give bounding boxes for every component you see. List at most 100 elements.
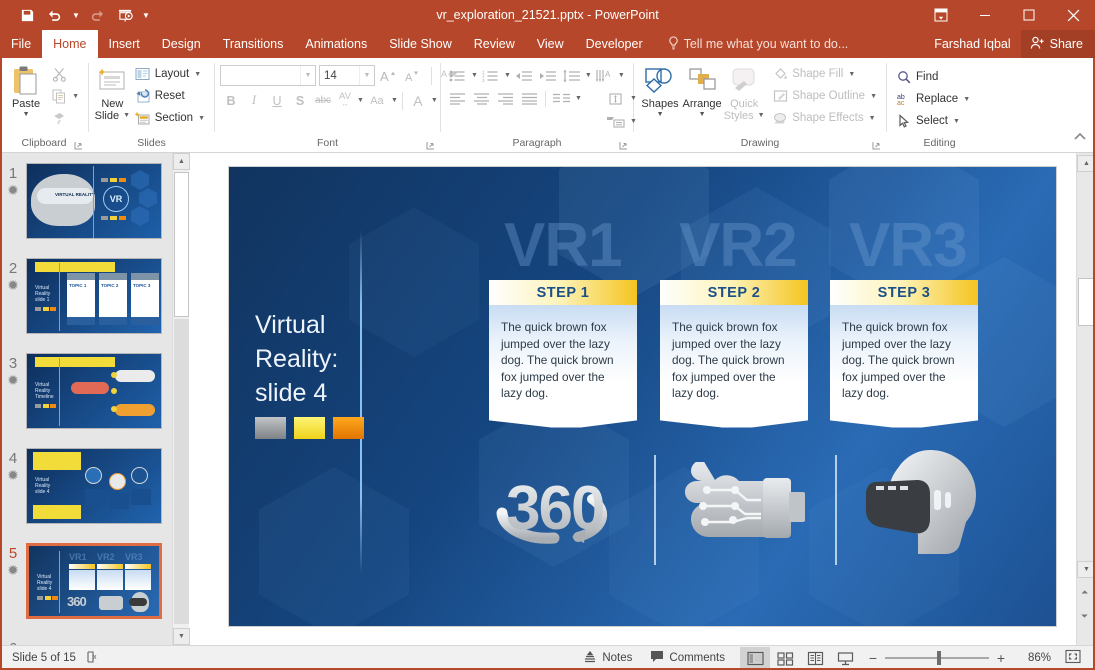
step-body-1[interactable]: The quick brown fox jumped over the lazy… xyxy=(489,305,637,415)
text-direction-dropdown-icon[interactable]: ▼ xyxy=(618,72,625,79)
shapes-dropdown-icon[interactable]: ▼ xyxy=(657,111,664,118)
section-button[interactable]: Section ▼ xyxy=(131,108,209,128)
slideshow-view-button[interactable] xyxy=(830,647,860,670)
strikethrough-button[interactable]: abc xyxy=(312,90,334,111)
save-icon[interactable] xyxy=(14,3,40,27)
slide-canvas[interactable]: Virtual Reality: slide 4 VR1 VR2 VR3 STE… xyxy=(228,166,1057,627)
align-center-button[interactable] xyxy=(470,88,493,109)
next-slide-icon[interactable]: ⏷ xyxy=(1081,611,1088,622)
italic-button[interactable]: I xyxy=(243,90,265,111)
zoom-slider-thumb[interactable] xyxy=(937,651,941,665)
columns-button[interactable] xyxy=(550,88,573,109)
thumbnail-slide-1[interactable]: 1 ✹ VIRTUAL REALITY VR xyxy=(0,163,172,239)
paste-button[interactable]: Paste ▼ xyxy=(5,62,47,118)
scrollbar-thumb[interactable] xyxy=(174,172,189,317)
comments-button[interactable]: Comments xyxy=(641,646,734,670)
bold-button[interactable]: B xyxy=(220,90,242,111)
shape-fill-button[interactable]: Shape Fill ▼ xyxy=(768,64,881,84)
underline-button[interactable]: U xyxy=(266,90,288,111)
character-spacing-button[interactable]: AV ↔ xyxy=(335,90,355,111)
thumbnail-slide-3[interactable]: 3 ✹ Virtual Reality Timeline xyxy=(0,353,172,429)
slide-counter[interactable]: Slide 5 of 15 xyxy=(12,652,76,664)
start-presentation-icon[interactable] xyxy=(112,3,138,27)
shape-outline-button[interactable]: Shape Outline ▼ xyxy=(768,86,881,106)
quick-styles-button[interactable]: Quick Styles ▼ xyxy=(723,62,765,122)
shape-fill-dropdown-icon[interactable]: ▼ xyxy=(848,71,855,78)
zoom-slider[interactable] xyxy=(885,651,989,665)
chevron-down-icon[interactable]: ▼ xyxy=(300,66,315,85)
spell-check-icon[interactable]: x xyxy=(86,650,101,667)
share-button[interactable]: Share xyxy=(1020,30,1095,58)
scrollbar-track[interactable] xyxy=(174,319,189,624)
layout-button[interactable]: Layout ▼ xyxy=(131,64,209,84)
bullets-dropdown-icon[interactable]: ▼ xyxy=(471,72,478,79)
format-painter-button[interactable] xyxy=(47,108,83,128)
text-direction-button[interactable]: A xyxy=(593,65,616,86)
zoom-in-button[interactable]: + xyxy=(996,650,1006,666)
scroll-down-icon[interactable]: ▼ xyxy=(173,628,190,645)
chevron-down-icon[interactable]: ▼ xyxy=(359,66,374,85)
align-right-button[interactable] xyxy=(494,88,517,109)
quick-styles-dropdown-icon[interactable]: ▼ xyxy=(758,110,765,122)
shape-effects-dropdown-icon[interactable]: ▼ xyxy=(869,115,876,122)
tab-home[interactable]: Home xyxy=(42,30,98,58)
notes-button[interactable]: Notes xyxy=(574,646,641,670)
minimize-icon[interactable] xyxy=(963,0,1007,30)
numbering-button[interactable]: 123 xyxy=(479,65,502,86)
align-left-button[interactable] xyxy=(446,88,469,109)
step-body-2[interactable]: The quick brown fox jumped over the lazy… xyxy=(660,305,808,415)
decrease-font-size-button[interactable]: A xyxy=(403,65,425,86)
change-case-button[interactable]: Aa xyxy=(365,90,389,111)
drawing-dialog-launcher[interactable] xyxy=(871,140,882,151)
step-card-2[interactable]: STEP 2 The quick brown fox jumped over t… xyxy=(660,280,808,428)
decrease-indent-button[interactable] xyxy=(512,65,535,86)
text-shadow-button[interactable]: S xyxy=(289,90,311,111)
shape-effects-button[interactable]: Shape Effects ▼ xyxy=(768,108,881,128)
previous-slide-icon[interactable]: ⏶ xyxy=(1081,587,1088,598)
thumbnail-image[interactable]: Virtual Reality slide 4 VR1 VR2 VR3 360 xyxy=(26,543,162,619)
shape-outline-dropdown-icon[interactable]: ▼ xyxy=(870,93,877,100)
font-color-dropdown-icon[interactable]: ▼ xyxy=(431,97,438,104)
align-text-button[interactable] xyxy=(605,88,628,109)
step-body-3[interactable]: The quick brown fox jumped over the lazy… xyxy=(830,305,978,415)
thumbnail-slide-5[interactable]: 5 ✹ Virtual Reality slide 4 VR1 VR2 VR3 36… xyxy=(0,543,172,619)
tab-design[interactable]: Design xyxy=(151,30,212,58)
clipboard-dialog-launcher[interactable] xyxy=(73,140,84,151)
shapes-button[interactable]: Shapes ▼ xyxy=(639,62,681,118)
tab-animations[interactable]: Animations xyxy=(294,30,378,58)
replace-dropdown-icon[interactable]: ▼ xyxy=(963,96,970,103)
font-size-combo[interactable]: 14 ▼ xyxy=(319,65,375,86)
thumbnail-image[interactable]: Virtual Reality Timeline xyxy=(26,353,162,429)
360-degrees-icon[interactable]: 360 xyxy=(484,457,629,567)
tab-transitions[interactable]: Transitions xyxy=(212,30,295,58)
increase-font-size-button[interactable]: A xyxy=(378,65,400,86)
reset-button[interactable]: Reset xyxy=(131,86,209,106)
tell-me-search[interactable]: Tell me what you want to do... xyxy=(654,30,848,58)
character-spacing-dropdown-icon[interactable]: ▼ xyxy=(357,97,364,104)
bullets-button[interactable] xyxy=(446,65,469,86)
thumbnail-image[interactable]: Virtual Reality slide 4 xyxy=(26,448,162,524)
slide-sorter-view-button[interactable] xyxy=(770,647,800,670)
thumbnail-image[interactable]: VIRTUAL REALITY VR xyxy=(26,163,162,239)
new-slide-dropdown-icon[interactable]: ▼ xyxy=(123,110,130,122)
tab-view[interactable]: View xyxy=(526,30,575,58)
tab-file[interactable]: File xyxy=(0,30,42,58)
thumbnail-image[interactable]: Virtual Reality slide 1 TOPIC 1 TOPIC 2 TO… xyxy=(26,258,162,334)
convert-to-smartart-button[interactable] xyxy=(605,111,628,132)
normal-view-button[interactable] xyxy=(740,646,770,670)
step-card-3[interactable]: STEP 3 The quick brown fox jumped over t… xyxy=(830,280,978,428)
new-slide-button[interactable]: New Slide ▼ xyxy=(94,62,131,122)
layout-dropdown-icon[interactable]: ▼ xyxy=(194,71,201,78)
vr-headset-head-icon[interactable] xyxy=(854,442,1004,572)
reading-view-button[interactable] xyxy=(800,647,830,670)
paste-dropdown-icon[interactable]: ▼ xyxy=(23,111,30,118)
collapse-ribbon-icon[interactable] xyxy=(1073,130,1087,148)
justify-button[interactable] xyxy=(518,88,541,109)
font-color-button[interactable]: A xyxy=(407,90,429,111)
slide-title-text[interactable]: Virtual Reality: slide 4 xyxy=(255,308,365,410)
line-spacing-button[interactable] xyxy=(560,65,583,86)
undo-dropdown-icon[interactable]: ▼ xyxy=(70,3,82,27)
ribbon-display-options-icon[interactable] xyxy=(919,0,963,30)
step-card-1[interactable]: STEP 1 The quick brown fox jumped over t… xyxy=(489,280,637,428)
scroll-up-icon[interactable]: ▲ xyxy=(173,153,190,170)
